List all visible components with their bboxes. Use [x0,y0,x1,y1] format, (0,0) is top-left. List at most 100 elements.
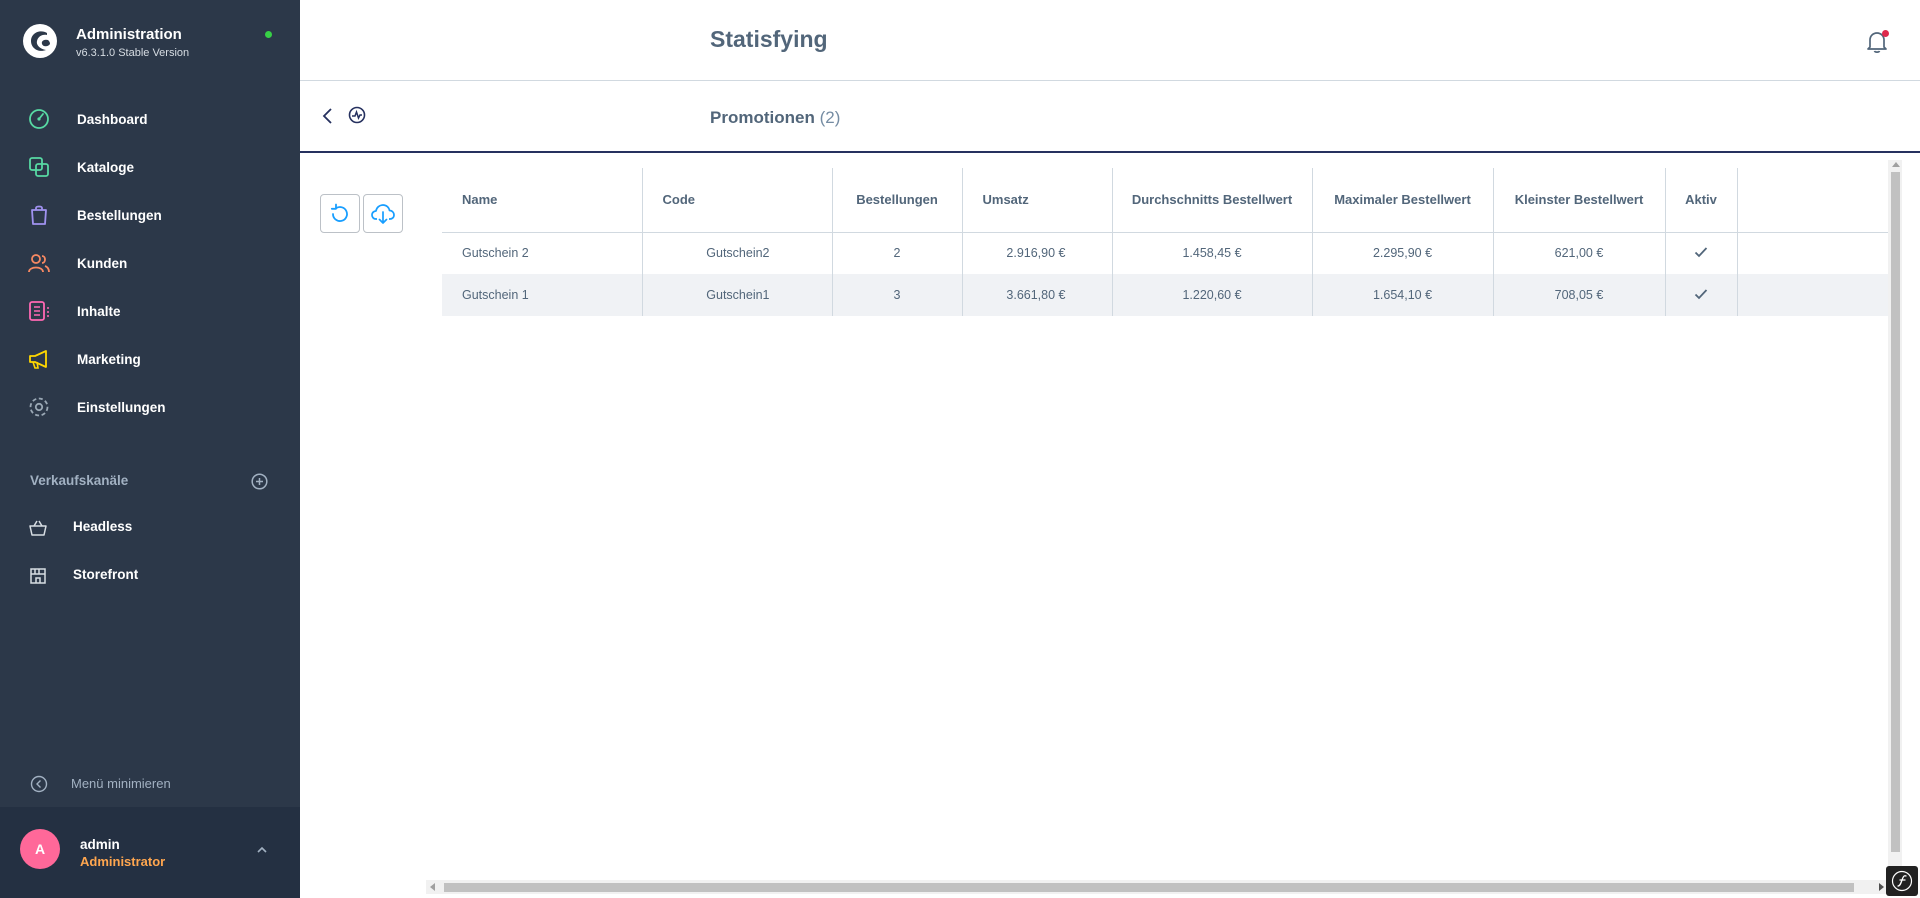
cell-max-order-value: 2.295,90 € [1312,232,1494,274]
cell-active [1665,274,1738,316]
sidebar-item-label: Inhalte [77,303,121,319]
horizontal-scrollbar[interactable] [426,880,1888,894]
user-name: admin [80,837,120,852]
column-header-name[interactable]: Name [442,168,643,233]
sidebar-item-label: Kataloge [77,159,135,175]
minimize-menu-button[interactable]: Menü minimieren [30,773,250,795]
cell-code: Gutschein2 [642,232,833,274]
cell-min-order-value: 621,00 € [1493,232,1666,274]
app-title: Administration [76,26,182,43]
promotions-table: Name Code Bestellungen Umsatz Durchschni… [442,168,1888,316]
sales-channels-title: Verkaufskanäle [30,473,129,488]
section-title: Promotionen (2) [710,108,840,128]
storefront-icon [30,568,46,584]
sidebar-item-label: Dashboard [77,111,148,127]
add-sales-channel-icon[interactable] [251,473,268,490]
chevron-up-icon[interactable] [255,843,269,857]
table-row[interactable]: Gutschein 1 Gutschein1 3 3.661,80 € 1.22… [442,274,1888,316]
cell-min-order-value: 708,05 € [1493,274,1666,316]
online-status-dot [265,31,272,38]
sales-channel-label: Headless [73,519,133,534]
sales-channel-list: Headless Storefront [0,503,300,599]
column-header-orders[interactable]: Bestellungen [832,168,963,233]
dashboard-icon [29,109,49,129]
column-header-revenue[interactable]: Umsatz [962,168,1113,233]
settings-gear-icon [29,397,49,417]
symfony-toolbar-icon[interactable] [1886,866,1918,896]
cell-revenue: 2.916,90 € [962,232,1113,274]
sidebar-item-label: Bestellungen [77,207,162,223]
scroll-right-arrow-icon[interactable] [1879,883,1884,891]
statistics-module-icon [348,106,366,124]
sidebar-item-marketing[interactable]: Marketing [0,335,300,383]
shopware-logo-icon[interactable] [22,23,58,59]
collapse-left-icon [30,775,48,793]
sales-channel-headless[interactable]: Headless [0,503,300,551]
checkmark-icon [1694,247,1708,258]
table-row[interactable]: Gutschein 2 Gutschein2 2 2.916,90 € 1.45… [442,232,1888,274]
sidebar-item-label: Marketing [77,351,141,367]
sales-channel-storefront[interactable]: Storefront [0,551,300,599]
scroll-up-arrow-icon[interactable] [1892,162,1900,167]
content-icon [29,301,49,321]
table-header-row: Name Code Bestellungen Umsatz Durchschni… [442,168,1888,233]
sidebar-item-label: Einstellungen [77,399,166,415]
sidebar-item-orders[interactable]: Bestellungen [0,191,300,239]
cloud-download-icon [371,203,395,224]
cell-average-order-value: 1.458,45 € [1112,232,1313,274]
column-header-code[interactable]: Code [642,168,833,233]
promotions-grid: Name Code Bestellungen Umsatz Durchschni… [442,168,1888,880]
column-header-average-order-value[interactable]: Durchschnitts Bestellwert [1112,168,1313,233]
vertical-scrollbar[interactable] [1888,160,1902,880]
scroll-left-arrow-icon[interactable] [430,883,435,891]
notification-badge [1882,30,1889,37]
cell-code: Gutschein1 [642,274,833,316]
cell-max-order-value: 1.654,10 € [1312,274,1494,316]
checkmark-icon [1694,288,1708,299]
marketing-megaphone-icon [29,350,47,369]
cell-spacer [1737,274,1888,316]
column-header-max-order-value[interactable]: Maximaler Bestellwert [1312,168,1494,233]
customers-icon [28,254,50,273]
column-header-active[interactable]: Aktiv [1665,168,1738,233]
cell-orders: 2 [832,232,963,274]
basket-icon [29,520,47,536]
page-title: Statisfying [710,26,828,52]
cell-name: Gutschein 2 [442,232,643,274]
sidebar-item-customers[interactable]: Kunden [0,239,300,287]
cell-average-order-value: 1.220,60 € [1112,274,1313,316]
cell-active [1665,232,1738,274]
sidebar: Administration v6.3.1.0 Stable Version D… [0,0,300,898]
user-role: Administrator [80,854,166,869]
app-version: v6.3.1.0 Stable Version [76,47,190,59]
column-header-spacer [1737,168,1888,233]
section-title-text: Promotionen [710,108,815,127]
catalog-icon [29,157,49,177]
cell-name: Gutschein 1 [442,274,643,316]
cell-spacer [1737,232,1888,274]
vertical-scroll-thumb[interactable] [1891,172,1900,852]
sidebar-item-label: Kunden [77,255,128,271]
symfony-logo-icon [1891,870,1913,892]
cell-orders: 3 [832,274,963,316]
sales-channel-label: Storefront [73,567,139,582]
sidebar-item-dashboard[interactable]: Dashboard [0,95,300,143]
sidebar-header: Administration v6.3.1.0 Stable Version [0,0,300,88]
cell-revenue: 3.661,80 € [962,274,1113,316]
back-chevron-icon[interactable] [320,107,336,125]
horizontal-scroll-thumb[interactable] [444,883,1854,892]
refresh-icon [330,203,348,222]
minimize-menu-label: Menü minimieren [71,776,171,791]
page-header: Statisfying [300,0,1920,81]
download-button[interactable] [363,194,403,233]
sidebar-item-content[interactable]: Inhalte [0,287,300,335]
main-navigation: Dashboard Kataloge Bestellungen Kunden I… [0,95,300,431]
section-count: (2) [819,108,841,127]
sidebar-item-catalogs[interactable]: Kataloge [0,143,300,191]
avatar: A [20,829,60,869]
orders-bag-icon [31,205,47,225]
user-menu[interactable]: A admin Administrator [0,807,300,898]
column-header-min-order-value[interactable]: Kleinster Bestellwert [1493,168,1666,233]
sidebar-item-settings[interactable]: Einstellungen [0,383,300,431]
reset-button[interactable] [320,194,360,233]
